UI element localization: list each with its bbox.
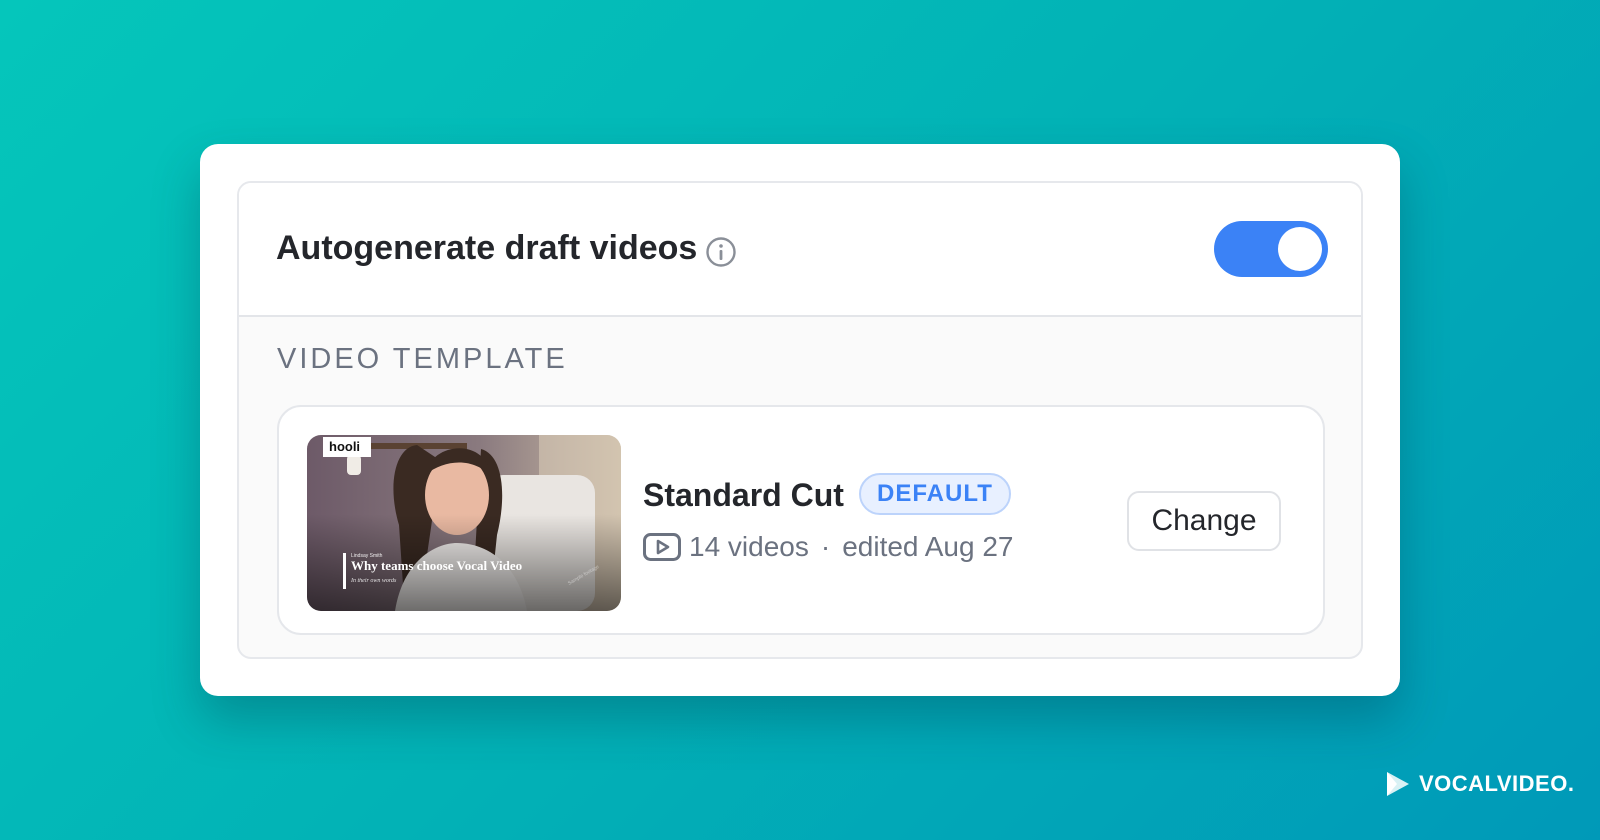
template-thumbnail: hooli Lindsay Smith Why teams choose Voc…	[307, 435, 621, 611]
template-name: Standard Cut	[643, 477, 844, 513]
default-badge: DEFAULT	[859, 473, 1011, 515]
change-template-button[interactable]: Change	[1127, 491, 1281, 551]
setting-title: Autogenerate draft videos	[276, 229, 698, 267]
settings-card: Autogenerate draft videos VIDEO TEMPLATE	[200, 144, 1400, 696]
brand-wordmark: VOCALVIDEO.	[1419, 771, 1575, 796]
autogenerate-toggle[interactable]	[1214, 221, 1328, 277]
video-count: 14 videos	[689, 531, 809, 562]
thumbnail-headline: Why teams choose Vocal Video	[351, 558, 522, 573]
section-label: VIDEO TEMPLATE	[277, 343, 568, 375]
template-card: hooli Lindsay Smith Why teams choose Voc…	[277, 405, 1325, 635]
edited-date: edited Aug 27	[842, 531, 1014, 562]
meta-separator: ·	[820, 531, 831, 562]
autogenerate-settings-panel: Autogenerate draft videos VIDEO TEMPLATE	[237, 181, 1363, 659]
video-icon	[643, 533, 681, 561]
thumbnail-logo-text: hooli	[329, 439, 360, 454]
brand-logo: VOCALVIDEO.	[1385, 770, 1574, 798]
toggle-knob	[1278, 227, 1322, 271]
template-meta: 14 videos · edited Aug 27	[643, 531, 1013, 563]
brand-play-icon	[1387, 772, 1409, 796]
info-icon[interactable]	[705, 236, 737, 268]
thumbnail-subheadline: In their own words	[350, 578, 397, 584]
autogenerate-row: Autogenerate draft videos	[239, 183, 1361, 317]
